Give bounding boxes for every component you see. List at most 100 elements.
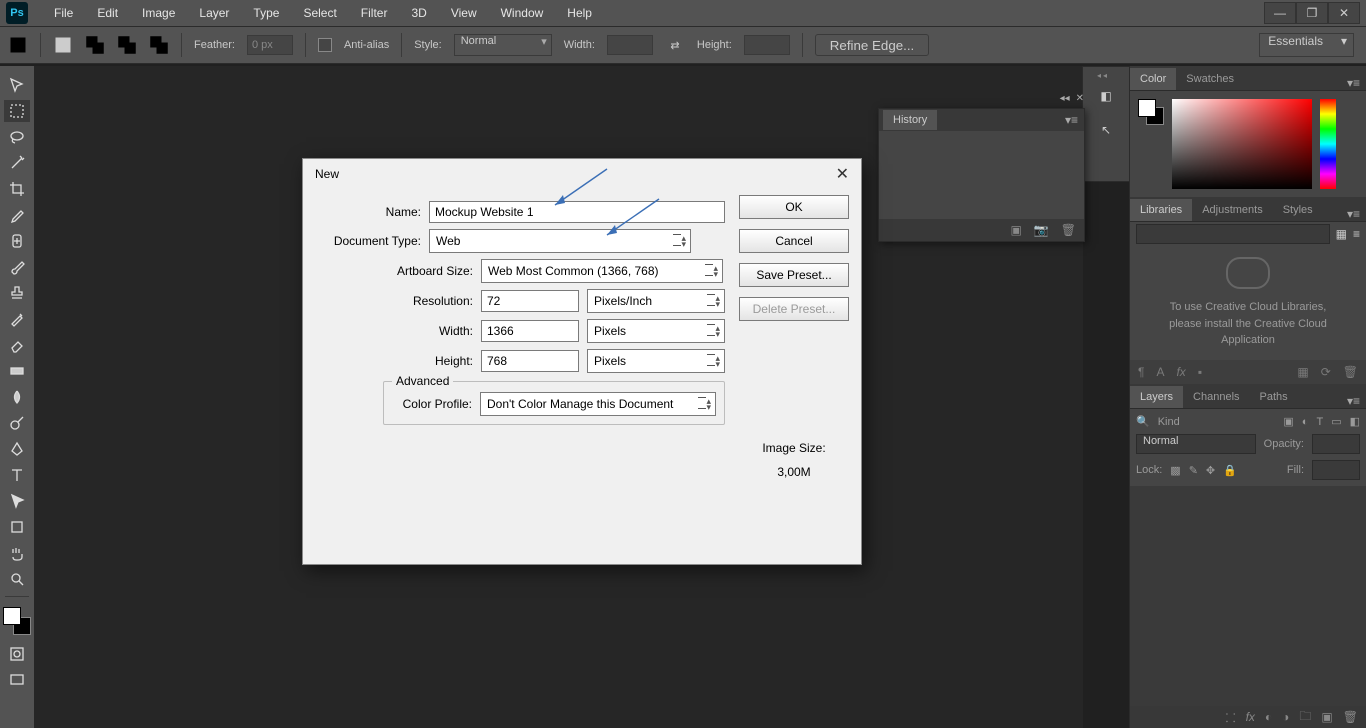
brush-tool-icon[interactable] — [4, 256, 30, 278]
add-para-icon[interactable]: ¶ — [1138, 365, 1144, 379]
history-panel[interactable]: ◂◂✕ History▾≡ ▣ 📷 🗑 — [878, 108, 1085, 242]
panel-menu-icon[interactable]: ▾≡ — [1059, 113, 1084, 127]
ok-button[interactable]: OK — [739, 195, 849, 219]
hand-tool-icon[interactable] — [4, 542, 30, 564]
width-input[interactable] — [481, 320, 579, 342]
heal-tool-icon[interactable] — [4, 230, 30, 252]
blur-tool-icon[interactable] — [4, 386, 30, 408]
save-preset-button[interactable]: Save Preset... — [739, 263, 849, 287]
color-profile-select[interactable]: Don't Color Manage this Document▴▾ — [480, 392, 716, 416]
zoom-tool-icon[interactable] — [4, 568, 30, 590]
history-delete-icon[interactable]: 🗑 — [1061, 223, 1076, 237]
sel-add-icon[interactable] — [85, 35, 105, 55]
tab-paths[interactable]: Paths — [1250, 386, 1298, 408]
width-input[interactable] — [607, 35, 653, 55]
close-window-button[interactable]: ✕ — [1328, 2, 1360, 24]
menu-select[interactable]: Select — [303, 6, 336, 20]
lock-brush-icon[interactable]: ✎ — [1189, 464, 1198, 477]
history-close-icon[interactable]: ✕ — [1076, 93, 1084, 104]
sync-icon[interactable]: ⟳ — [1321, 365, 1331, 379]
swap-wh-icon[interactable]: ⇄ — [665, 35, 685, 55]
menu-view[interactable]: View — [451, 6, 477, 20]
menu-layer[interactable]: Layer — [199, 6, 229, 20]
menu-window[interactable]: Window — [501, 6, 544, 20]
panel-menu-icon[interactable]: ▾≡ — [1341, 207, 1366, 221]
wand-tool-icon[interactable] — [4, 152, 30, 174]
lock-pos-icon[interactable]: ✥ — [1206, 464, 1215, 477]
quickmask-icon[interactable] — [4, 643, 30, 665]
workspace-select[interactable]: Essentials ▾ — [1259, 33, 1354, 57]
collapsed-dock[interactable]: ◂◂ ◧ ↖ — [1082, 66, 1130, 182]
antialias-checkbox[interactable] — [318, 38, 332, 52]
style-select[interactable]: Normal — [454, 34, 552, 56]
dodge-tool-icon[interactable] — [4, 412, 30, 434]
tab-adjustments[interactable]: Adjustments — [1192, 199, 1273, 221]
delete-preset-button[interactable]: Delete Preset... — [739, 297, 849, 321]
hue-slider[interactable] — [1320, 99, 1336, 189]
sel-intersect-icon[interactable] — [149, 35, 169, 55]
artboard-select[interactable]: Web Most Common (1366, 768)▴▾ — [481, 259, 723, 283]
sel-new-icon[interactable] — [53, 35, 73, 55]
tab-channels[interactable]: Channels — [1183, 386, 1249, 408]
group-icon[interactable]: 🗀 — [1299, 707, 1311, 728]
height-input[interactable] — [744, 35, 790, 55]
list-view-icon[interactable]: ≡ — [1353, 227, 1360, 241]
menu-help[interactable]: Help — [567, 6, 592, 20]
filter-image-icon[interactable]: ▣ — [1283, 415, 1293, 428]
history-doc-icon[interactable]: ▣ — [1010, 223, 1021, 237]
resolution-unit-select[interactable]: Pixels/Inch▴▾ — [587, 289, 725, 313]
shape-tool-icon[interactable] — [4, 516, 30, 538]
lasso-tool-icon[interactable] — [4, 126, 30, 148]
cancel-button[interactable]: Cancel — [739, 229, 849, 253]
grid-icon[interactable]: ▦ — [1297, 365, 1308, 379]
feather-input[interactable] — [247, 35, 293, 55]
refine-edge-button[interactable]: Refine Edge... — [815, 34, 929, 56]
stamp-tool-icon[interactable] — [4, 282, 30, 304]
maximize-button[interactable]: ❐ — [1296, 2, 1328, 24]
history-collapse-icon[interactable]: ◂◂ — [1060, 93, 1070, 104]
history-brush-tool-icon[interactable] — [4, 308, 30, 330]
height-input[interactable] — [481, 350, 579, 372]
panel-menu-icon[interactable]: ▾≡ — [1341, 394, 1366, 408]
doctype-select[interactable]: Web▴▾ — [429, 229, 691, 253]
gradient-tool-icon[interactable] — [4, 360, 30, 382]
history-snapshot-icon[interactable]: 📷 — [1034, 223, 1049, 237]
menu-3d[interactable]: 3D — [411, 6, 426, 20]
fx-icon[interactable]: fx — [1246, 710, 1255, 724]
fill-input[interactable] — [1312, 460, 1360, 480]
filter-adjust-icon[interactable]: ◐ — [1302, 416, 1309, 428]
resolution-input[interactable] — [481, 290, 579, 312]
pen-tool-icon[interactable] — [4, 438, 30, 460]
eraser-tool-icon[interactable] — [4, 334, 30, 356]
menu-edit[interactable]: Edit — [97, 6, 118, 20]
history-tab[interactable]: History — [883, 110, 937, 130]
grid-view-icon[interactable]: ▦ — [1336, 227, 1347, 241]
dock-icon-1[interactable]: ◧ — [1100, 89, 1111, 103]
width-unit-select[interactable]: Pixels▴▾ — [587, 319, 725, 343]
menu-type[interactable]: Type — [253, 6, 279, 20]
panel-menu-icon[interactable]: ▾≡ — [1341, 76, 1366, 90]
menu-filter[interactable]: Filter — [361, 6, 388, 20]
dialog-close-icon[interactable]: ✕ — [836, 164, 849, 184]
menu-image[interactable]: Image — [142, 6, 175, 20]
add-fx-icon[interactable]: fx — [1176, 365, 1185, 379]
tab-color[interactable]: Color — [1130, 68, 1176, 90]
type-tool-icon[interactable] — [4, 464, 30, 486]
tab-libraries[interactable]: Libraries — [1130, 199, 1192, 221]
minimize-button[interactable]: — — [1264, 2, 1296, 24]
link-icon[interactable]: ⸬ — [1226, 709, 1236, 726]
eyedropper-tool-icon[interactable] — [4, 204, 30, 226]
dock-icon-2[interactable]: ↖ — [1101, 123, 1111, 137]
lock-pixels-icon[interactable]: ▩ — [1170, 464, 1180, 477]
tab-swatches[interactable]: Swatches — [1176, 68, 1244, 90]
filter-shape-icon[interactable]: ▭ — [1331, 415, 1341, 428]
delete-icon[interactable]: 🗑 — [1343, 710, 1358, 724]
add-color-icon[interactable]: ▪ — [1198, 365, 1202, 379]
library-select[interactable] — [1136, 224, 1330, 244]
crop-tool-icon[interactable] — [4, 178, 30, 200]
color-fgbg-icon[interactable] — [1138, 99, 1164, 125]
adjustment-icon[interactable]: ◑ — [1282, 710, 1289, 724]
screenmode-icon[interactable] — [4, 669, 30, 691]
layers-list[interactable] — [1130, 486, 1366, 706]
mask-icon[interactable]: ◐ — [1265, 710, 1272, 724]
